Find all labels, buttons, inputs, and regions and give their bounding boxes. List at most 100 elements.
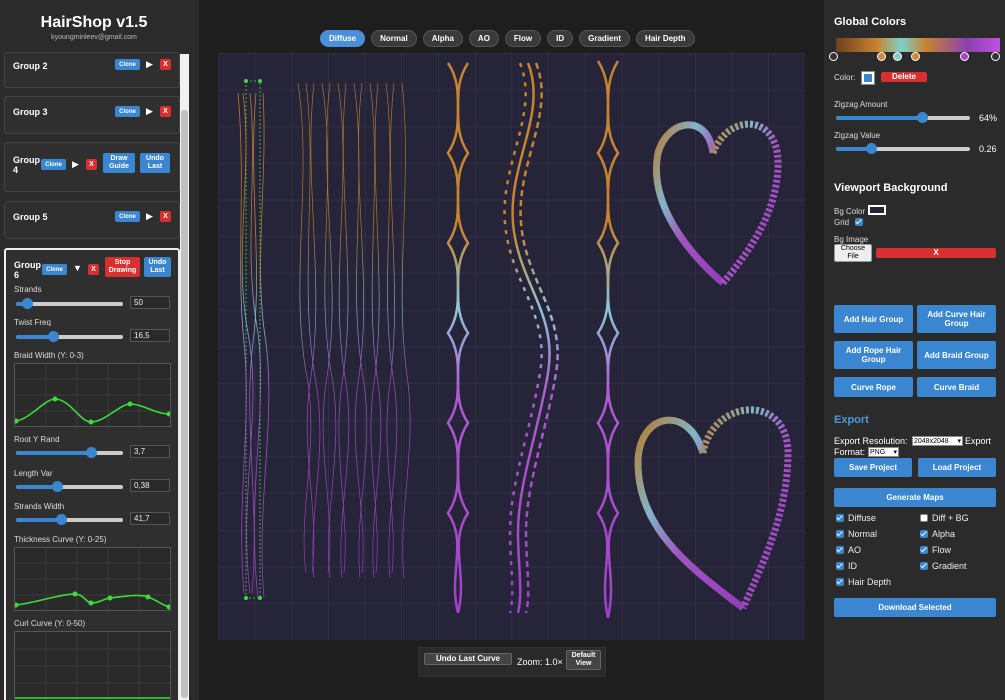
tab-flow[interactable]: Flow [504, 30, 542, 47]
delete-group-button[interactable]: X [160, 211, 171, 222]
delete-group-button[interactable]: X [88, 264, 99, 275]
export-format-select[interactable]: PNG ▾ [868, 447, 899, 457]
length-var-slider[interactable] [16, 481, 123, 492]
draw-guide-button[interactable]: Draw Guide [103, 153, 135, 173]
delete-color-button[interactable]: Delete [881, 72, 927, 82]
gradient-stop[interactable] [829, 52, 838, 61]
slider-knob[interactable] [48, 331, 60, 342]
strands-input[interactable]: 50 [130, 296, 170, 309]
slider-knob[interactable] [21, 298, 33, 309]
id-checkbox[interactable] [836, 562, 844, 570]
export-resolution-value: 2048x2048 [914, 438, 949, 445]
tab-hair-depth[interactable]: Hair Depth [636, 30, 695, 47]
hair-viewport-canvas[interactable] [218, 53, 805, 640]
group-list[interactable]: Group 2 Clone ▶ X Group 3 Clone ▶ X Grou… [0, 52, 190, 700]
load-project-button[interactable]: Load Project [918, 458, 996, 477]
clone-button[interactable]: Clone [115, 106, 140, 117]
flow-checkbox[interactable] [920, 546, 928, 554]
tab-alpha[interactable]: Alpha [422, 30, 463, 47]
expand-icon[interactable]: ▶ [146, 59, 153, 70]
alpha-checkbox[interactable] [920, 530, 928, 538]
diff-bg-checkbox[interactable] [920, 514, 928, 522]
root-y-rand-slider[interactable] [16, 447, 123, 458]
slider-knob[interactable] [51, 481, 63, 492]
add-curve-hair-group-button[interactable]: Add Curve Hair Group [917, 305, 996, 333]
slider-knob[interactable] [916, 112, 928, 123]
export-format-value: PNG [870, 449, 886, 456]
clone-button[interactable]: Clone [115, 211, 140, 222]
default-view-button[interactable]: Default View [566, 650, 601, 670]
gradient-stop[interactable] [893, 52, 902, 61]
add-hair-group-button[interactable]: Add Hair Group [834, 305, 913, 333]
stop-drawing-button[interactable]: Stop Drawing [105, 257, 140, 277]
expand-icon[interactable]: ▶ [146, 211, 153, 222]
strands-width-input[interactable]: 41,7 [130, 512, 170, 525]
scrollbar-thumb[interactable] [181, 110, 188, 698]
zigzag-amount-slider[interactable] [836, 112, 970, 123]
zigzag-value-slider[interactable] [836, 143, 970, 154]
add-braid-group-button[interactable]: Add Braid Group [917, 341, 996, 369]
gradient-stop[interactable] [911, 52, 920, 61]
tab-ao[interactable]: AO [468, 30, 499, 47]
thickness-curve-editor[interactable] [13, 547, 172, 611]
root-y-rand-input[interactable]: 3,7 [130, 445, 170, 458]
group-list-scrollbar[interactable] [180, 54, 189, 700]
export-title: Export [834, 414, 869, 426]
gradient-stop[interactable] [877, 52, 886, 61]
group-card-5: Group 5 Clone ▶ X [4, 201, 180, 239]
expand-icon[interactable]: ▶ [146, 106, 153, 117]
diffuse-checkbox[interactable] [836, 514, 844, 522]
export-resolution-select[interactable]: 2048x2048 ▾ [912, 436, 963, 446]
curve-braid-button[interactable]: Curve Braid [917, 377, 996, 397]
tab-gradient[interactable]: Gradient [579, 30, 631, 47]
undo-last-button[interactable]: Undo Last [140, 153, 170, 173]
tab-normal[interactable]: Normal [371, 30, 417, 47]
braid-width-curve-editor[interactable] [13, 363, 172, 427]
zigzag-amount-value: 64% [979, 113, 998, 123]
slider-knob[interactable] [55, 514, 67, 525]
slider-knob[interactable] [85, 447, 97, 458]
tab-id[interactable]: ID [547, 30, 574, 47]
bg-color-swatch[interactable] [868, 205, 886, 215]
group-card-4: Group 4 Clone ▶ X Draw Guide Undo Last [4, 142, 180, 192]
curve-graph [13, 364, 172, 426]
gradient-stop[interactable] [991, 52, 1000, 61]
delete-group-button[interactable]: X [160, 59, 171, 70]
expand-icon[interactable]: ▶ [72, 159, 79, 170]
group-card-2: Group 2 Clone ▶ X [4, 52, 180, 88]
generate-maps-button[interactable]: Generate Maps [834, 488, 996, 507]
delete-group-button[interactable]: X [160, 106, 171, 117]
strands-slider[interactable] [16, 298, 123, 309]
grid-checkbox[interactable] [855, 218, 863, 226]
ao-checkbox[interactable] [836, 546, 844, 554]
gradient-stop[interactable] [960, 52, 969, 61]
curl-curve-label: Curl Curve (Y: 0-50) [14, 619, 86, 628]
color-swatch[interactable] [861, 71, 875, 85]
hair-depth-checkbox[interactable] [836, 578, 844, 586]
gradient-ramp[interactable] [836, 38, 1000, 52]
clear-bg-image-button[interactable]: X [876, 248, 996, 258]
undo-last-button[interactable]: Undo Last [144, 257, 171, 277]
viewport-toolbar: Undo Last Curve Zoom: 1.0× Default View [418, 647, 606, 677]
slider-knob[interactable] [865, 143, 877, 154]
delete-group-button[interactable]: X [86, 159, 97, 170]
strands-width-slider[interactable] [16, 514, 123, 525]
normal-checkbox[interactable] [836, 530, 844, 538]
undo-last-curve-button[interactable]: Undo Last Curve [424, 653, 512, 665]
curl-curve-editor[interactable] [14, 631, 171, 700]
curve-rope-button[interactable]: Curve Rope [834, 377, 913, 397]
download-selected-button[interactable]: Download Selected [834, 598, 996, 617]
choose-file-button[interactable]: Choose File [834, 244, 872, 262]
clone-button[interactable]: Clone [42, 264, 67, 275]
save-project-button[interactable]: Save Project [834, 458, 912, 477]
clone-button[interactable]: Clone [115, 59, 140, 70]
add-rope-hair-group-button[interactable]: Add Rope Hair Group [834, 341, 913, 369]
collapse-icon[interactable]: ▼ [73, 263, 82, 273]
slider-fill [16, 451, 91, 455]
gradient-checkbox[interactable] [920, 562, 928, 570]
length-var-input[interactable]: 0,38 [130, 479, 170, 492]
twist-freq-slider[interactable] [16, 331, 123, 342]
clone-button[interactable]: Clone [41, 159, 66, 170]
tab-diffuse[interactable]: Diffuse [320, 30, 366, 47]
twist-freq-input[interactable]: 16,5 [130, 329, 170, 342]
